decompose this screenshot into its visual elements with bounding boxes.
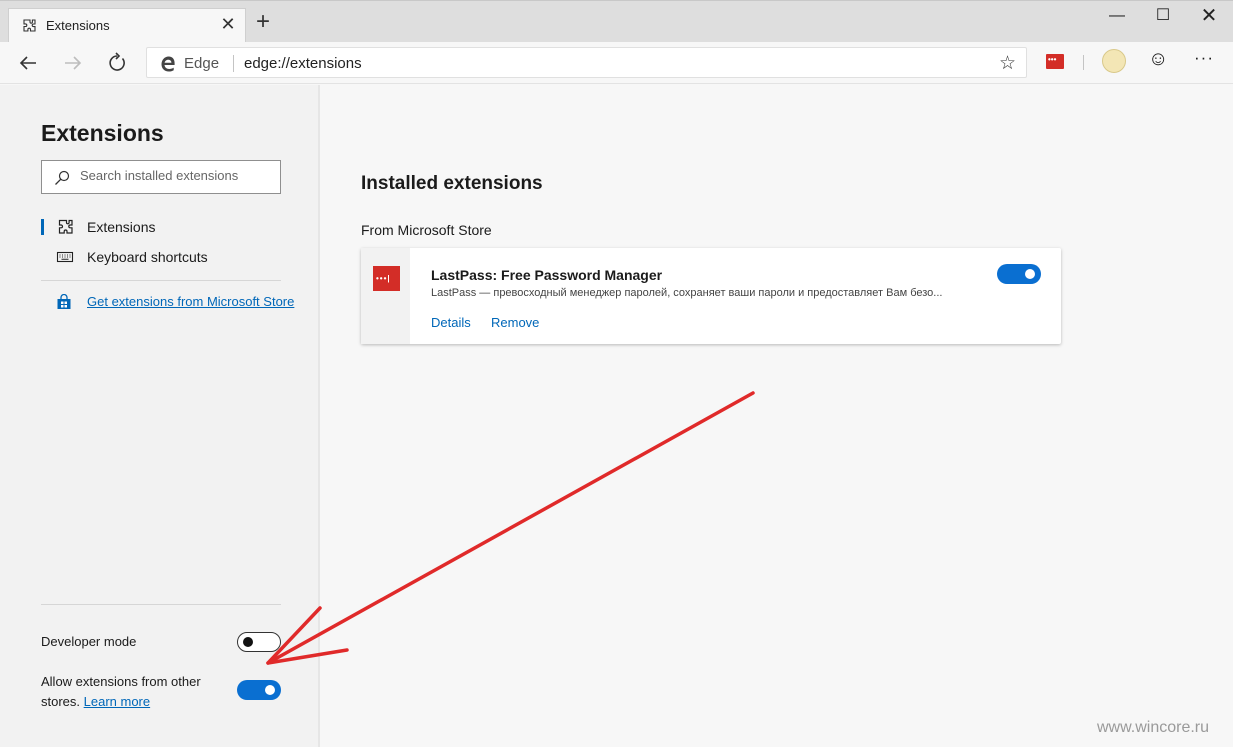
url-text[interactable]: edge://extensions xyxy=(244,55,362,72)
extension-name: LastPass: Free Password Manager xyxy=(431,267,663,283)
profile-avatar[interactable] xyxy=(1102,49,1126,73)
extension-card: •••| LastPass: Free Password Manager Las… xyxy=(361,248,1061,344)
sidebar-divider xyxy=(41,604,281,605)
search-icon xyxy=(55,170,70,185)
favorite-star-icon[interactable]: ☆ xyxy=(999,52,1016,75)
sidebar-item-keyboard-shortcuts[interactable]: Keyboard shortcuts xyxy=(41,246,281,272)
keyboard-icon xyxy=(56,251,74,263)
tab-title: Extensions xyxy=(46,18,110,33)
search-box[interactable] xyxy=(41,160,281,194)
tab-extensions[interactable]: Extensions ✕ xyxy=(8,8,246,43)
developer-mode-label: Developer mode xyxy=(41,634,137,649)
puzzle-icon xyxy=(23,19,36,32)
learn-more-link[interactable]: Learn more xyxy=(84,694,150,709)
minimize-button[interactable]: — xyxy=(1094,1,1140,33)
watermark: www.wincore.ru xyxy=(1097,719,1210,736)
sidebar-item-label: Keyboard shortcuts xyxy=(87,249,208,265)
installed-extensions-heading: Installed extensions xyxy=(361,173,543,194)
allow-other-stores-label: Allow extensions from other stores. Lear… xyxy=(41,672,221,712)
refresh-icon[interactable] xyxy=(102,48,132,78)
address-bar[interactable]: Edge edge://extensions ☆ xyxy=(146,47,1027,78)
new-tab-button[interactable]: + xyxy=(251,10,275,35)
toolbar-separator xyxy=(1083,55,1084,70)
details-link[interactable]: Details xyxy=(431,315,471,330)
more-menu-icon[interactable]: ··· xyxy=(1194,48,1214,68)
extension-enabled-toggle[interactable] xyxy=(997,264,1041,284)
feedback-smiley-icon[interactable]: ☺ xyxy=(1148,48,1168,71)
main-content: Installed extensions From Microsoft Stor… xyxy=(322,85,1233,747)
allow-other-stores-toggle[interactable] xyxy=(237,680,281,700)
search-input[interactable] xyxy=(80,168,270,183)
puzzle-icon xyxy=(58,219,73,234)
forward-icon[interactable] xyxy=(57,48,87,78)
sidebar-item-extensions[interactable]: Extensions xyxy=(41,216,281,242)
extensions-sidebar: Extensions Extensions Keyboard shortcuts… xyxy=(0,85,320,747)
extension-icon-panel: •••| xyxy=(361,248,410,344)
close-window-button[interactable]: ✕ xyxy=(1186,1,1232,33)
store-icon xyxy=(57,294,71,309)
sidebar-divider xyxy=(41,280,281,281)
edge-logo-icon xyxy=(161,56,175,72)
browser-toolbar: Edge edge://extensions ☆ ••• ☺ ··· xyxy=(0,42,1233,84)
tab-close-icon[interactable]: ✕ xyxy=(217,13,239,35)
developer-mode-toggle[interactable] xyxy=(237,632,281,652)
lastpass-toolbar-icon[interactable]: ••• xyxy=(1046,54,1064,69)
remove-link[interactable]: Remove xyxy=(491,315,539,330)
lastpass-icon: •••| xyxy=(373,266,400,291)
page-title: Extensions xyxy=(41,120,164,146)
extension-description: LastPass — превосходный менеджер паролей… xyxy=(431,287,943,299)
store-link-label[interactable]: Get extensions from Microsoft Store xyxy=(87,294,294,309)
microsoft-store-link[interactable]: Get extensions from Microsoft Store xyxy=(41,292,301,314)
back-icon[interactable] xyxy=(14,48,44,78)
sidebar-item-label: Extensions xyxy=(87,219,156,235)
tab-strip: Extensions ✕ + — ☐ ✕ xyxy=(0,0,1233,43)
edge-label: Edge xyxy=(184,55,220,72)
maximize-button[interactable]: ☐ xyxy=(1140,1,1186,33)
address-separator xyxy=(233,55,234,72)
section-label: From Microsoft Store xyxy=(361,222,492,238)
